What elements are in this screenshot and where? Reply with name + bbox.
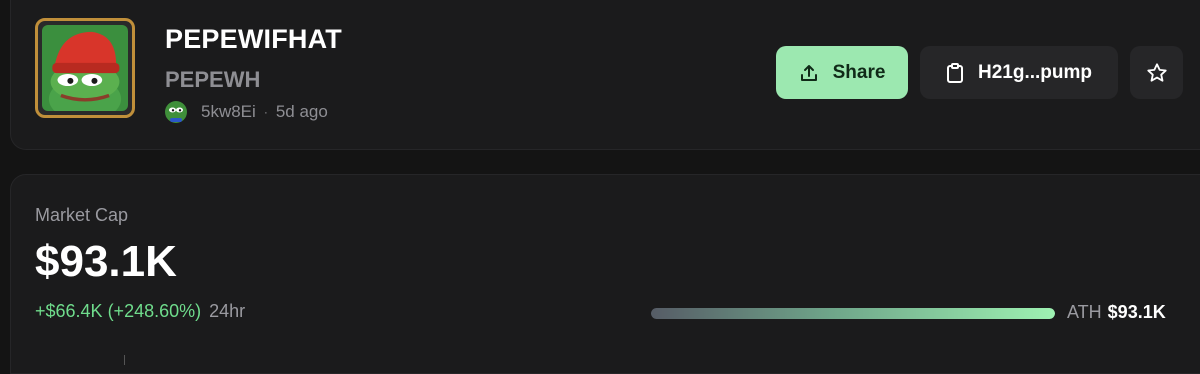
market-stats-card: Market Cap $93.1K +$66.4K (+248.60%) 24h…: [10, 174, 1200, 374]
token-age: 5d ago: [275, 102, 328, 121]
pepe-hat-image: [42, 25, 128, 111]
ath-info: ATH $93.1K: [1067, 302, 1166, 323]
creator-info: 5kw8Ei · 5d ago: [165, 101, 328, 123]
token-name: PEPEWIFHAT: [165, 24, 342, 54]
star-icon: [1146, 62, 1167, 82]
market-cap-change: +$66.4K (+248.60%): [35, 301, 202, 321]
clipboard-icon: [946, 62, 963, 83]
ath-value: $93.1K: [1107, 302, 1166, 322]
contract-address: H21g...pump: [977, 61, 1092, 83]
ath-label: ATH: [1067, 302, 1102, 322]
creator-avatar-icon[interactable]: [165, 101, 187, 123]
market-cap-label: Market Cap: [35, 205, 129, 225]
change-period: 24hr: [209, 301, 246, 321]
share-label: Share: [832, 61, 886, 83]
ath-progress-bar: [651, 308, 1055, 319]
separator-dot: ·: [263, 105, 268, 119]
chart-divider: [124, 355, 125, 365]
copy-contract-button[interactable]: H21g...pump: [920, 46, 1118, 99]
token-avatar: [35, 18, 135, 118]
market-cap-change-row: +$66.4K (+248.60%) 24hr: [35, 301, 245, 322]
creator-address[interactable]: 5kw8Ei: [201, 102, 256, 122]
token-symbol: PEPEWH: [165, 67, 261, 92]
favorite-button[interactable]: [1130, 46, 1183, 99]
share-button[interactable]: Share: [776, 46, 908, 99]
ath-progress-fill: [651, 308, 1055, 319]
token-header-card: PEPEWIFHAT PEPEWH 5kw8Ei · 5d ago Share …: [10, 0, 1200, 150]
share-upload-icon: [800, 64, 817, 81]
market-cap-value: $93.1K: [35, 237, 177, 286]
